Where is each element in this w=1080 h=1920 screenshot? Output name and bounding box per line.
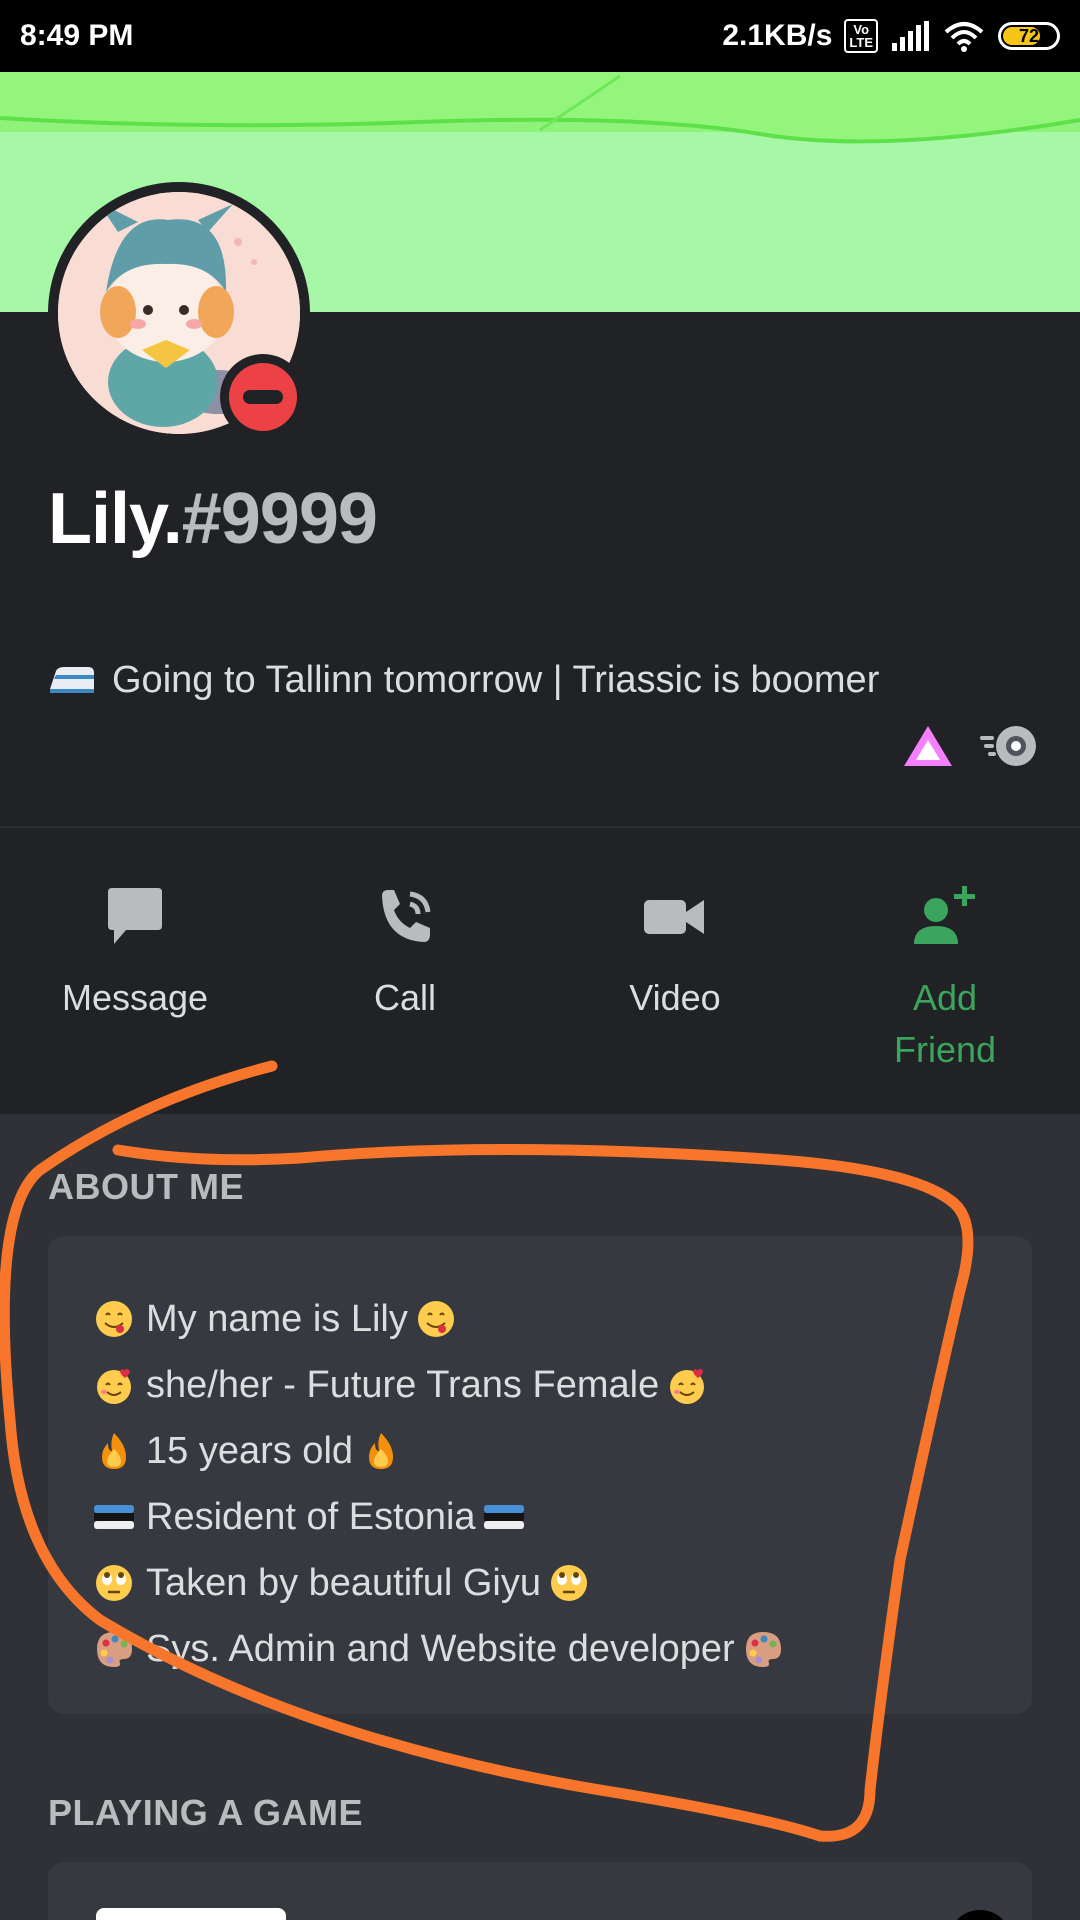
username: Lily.#9999	[48, 478, 378, 560]
profile-actions: Message Call Video Add Friend	[0, 828, 1080, 1114]
video-label: Video	[629, 977, 721, 1018]
signal-icon	[892, 21, 929, 51]
palette-emoji-icon	[97, 1632, 132, 1667]
status-icons: 2.1KB/s Vo LTE 72	[722, 19, 1060, 53]
status-time: 8:49 PM	[20, 19, 134, 52]
about-line: Sys. Admin and Website developer	[94, 1616, 986, 1682]
about-line-text: Sys. Admin and Website developer	[146, 1628, 735, 1670]
call-icon	[370, 882, 440, 952]
fire-emoji-icon	[102, 1433, 126, 1469]
do-not-disturb-status-icon	[220, 354, 306, 440]
estonia-flag-icon	[94, 1505, 134, 1529]
yum-emoji-icon	[417, 1301, 454, 1337]
yum-emoji-icon	[96, 1301, 132, 1337]
eye-roll-emoji-icon	[96, 1565, 132, 1601]
fire-emoji-icon	[369, 1433, 394, 1469]
battery-icon: 72	[998, 22, 1060, 50]
palette-emoji-icon	[745, 1632, 781, 1667]
game-thumbnail	[96, 1908, 286, 1920]
network-speed: 2.1KB/s	[722, 19, 833, 52]
about-line-text: My name is Lily	[146, 1298, 408, 1340]
about-line-text: she/her - Future Trans Female	[146, 1364, 660, 1406]
call-label: Call	[373, 977, 436, 1018]
add-friend-button[interactable]: Add Friend	[810, 828, 1080, 1114]
about-me-heading: ABOUT ME	[48, 1166, 244, 1207]
video-icon	[640, 882, 710, 952]
add-friend-label: Add Friend	[893, 977, 997, 1070]
custom-status-text: Going to Tallinn tomorrow | Triassic is …	[112, 659, 880, 701]
about-line: Resident of Estonia	[94, 1484, 986, 1550]
volte-icon: Vo LTE	[844, 19, 878, 53]
call-button[interactable]: Call	[270, 828, 540, 1114]
add-friend-icon	[910, 882, 980, 952]
about-me-card: My name is Lily she/her - Future Trans F…	[48, 1236, 1032, 1714]
wifi-icon	[944, 22, 984, 52]
message-label: Message	[61, 977, 209, 1018]
profile-badges	[902, 724, 1038, 768]
message-button[interactable]: Message	[0, 828, 270, 1114]
about-line: 15 years old	[94, 1418, 986, 1484]
about-line-text: Taken by beautiful Giyu	[146, 1562, 542, 1604]
smiling-hearts-emoji-icon	[97, 1369, 131, 1404]
estonia-flag-icon	[483, 1505, 524, 1529]
about-line-text: Resident of Estonia	[146, 1496, 476, 1538]
nitro-icon[interactable]	[978, 724, 1038, 768]
video-button[interactable]: Video	[540, 828, 810, 1114]
game-activity-card[interactable]	[48, 1862, 1032, 1920]
eye-roll-emoji-icon	[551, 1565, 588, 1601]
playing-game-heading: PLAYING A GAME	[48, 1792, 364, 1833]
train-icon	[50, 667, 94, 693]
message-icon	[100, 882, 170, 952]
game-more-button[interactable]	[948, 1910, 1012, 1920]
about-line: Taken by beautiful Giyu	[94, 1550, 986, 1616]
hypesquad-balance-icon[interactable]	[902, 724, 954, 768]
about-line-text: 15 years old	[146, 1430, 354, 1472]
username-name: Lily.	[48, 479, 183, 559]
about-line: she/her - Future Trans Female	[94, 1352, 986, 1418]
username-discriminator: #9999	[181, 479, 378, 559]
about-line: My name is Lily	[94, 1286, 986, 1352]
smiling-hearts-emoji-icon	[670, 1369, 705, 1404]
status-bar: 8:49 PM 2.1KB/s Vo LTE 72	[0, 0, 1080, 72]
battery-level: 72	[1018, 25, 1040, 46]
custom-status: Going to Tallinn tomorrow | Triassic is …	[48, 640, 908, 720]
